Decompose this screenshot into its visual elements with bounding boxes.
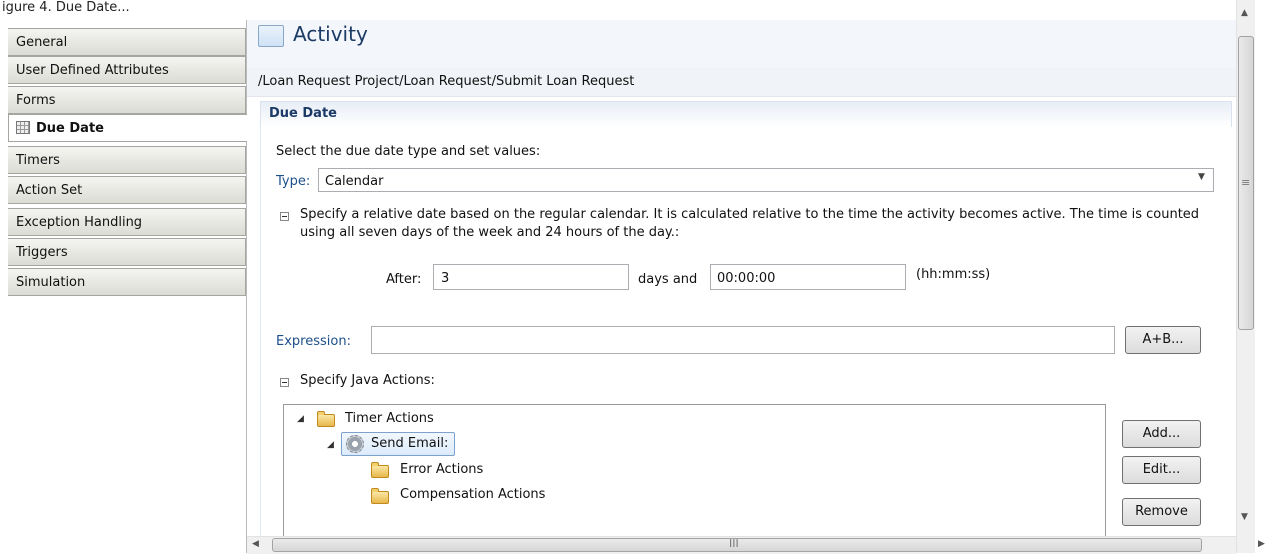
scroll-grip-icon: ≡ [1241,176,1251,189]
expression-builder-button[interactable]: A+B... [1125,326,1201,354]
chevron-down-icon[interactable]: ▼ [1198,172,1205,182]
after-days-input[interactable] [433,264,629,290]
type-selected-value: Calendar [325,174,384,189]
window-title-bar [0,0,1267,20]
form-header [247,20,1236,68]
sidebar-item-exception-handling[interactable]: Exception Handling [8,208,246,236]
days-and-label: days and [638,272,698,287]
breadcrumb: /Loan Request Project/Loan Request/Submi… [258,74,635,89]
folder-icon [317,411,335,427]
sidebar-item-timers[interactable]: Timers [8,146,246,174]
java-actions-label: Specify Java Actions: [300,373,435,388]
collapse-toggle-icon[interactable] [280,378,289,387]
sidebar-item-label: General [16,35,68,50]
sidebar-item-label: Timers [16,153,60,168]
section-title: Due Date [269,106,337,121]
sidebar-item-action-set[interactable]: Action Set [8,176,246,204]
sidebar-item-general[interactable]: General [8,28,246,56]
sidebar-item-label: Simulation [16,275,86,290]
instruction-text: Select the due date type and set values: [276,144,541,159]
sidebar-item-label: User Defined Attributes [16,63,169,78]
after-label: After: [386,272,422,287]
sidebar-item-label: Exception Handling [16,215,143,230]
expression-input[interactable] [371,326,1115,354]
tree-item-send-email[interactable]: Send Email: [371,436,448,451]
edit-button[interactable]: Edit... [1122,456,1201,484]
scroll-down-icon[interactable]: ▼ [1241,512,1248,522]
sidebar-item-triggers[interactable]: Triggers [8,238,246,266]
scroll-left-icon[interactable]: ◀ [252,539,259,549]
section-header [260,101,1232,127]
page-title: Activity [293,22,368,46]
scroll-grip-icon: III [729,537,739,550]
java-actions-tree[interactable] [283,404,1106,553]
sidebar-item-label: Triggers [16,245,68,260]
activity-icon [258,25,284,47]
folder-icon [371,462,389,478]
after-days-value: 3 [441,271,450,286]
gear-icon [346,435,364,453]
expression-label: Expression: [276,334,351,349]
folder-icon [371,488,389,504]
sidebar-item-label: Forms [16,93,56,108]
calendar-icon [16,121,30,134]
add-button[interactable]: Add... [1122,420,1201,448]
time-value: 00:00:00 [717,271,776,286]
time-format-hint: (hh:mm:ss) [916,267,991,282]
tree-item-timer-actions[interactable]: Timer Actions [345,411,434,426]
sidebar-item-label: Action Set [16,183,83,198]
window-title: igure 4. Due Date... [2,0,130,15]
collapse-toggle-icon[interactable] [280,212,289,221]
scroll-right-icon[interactable]: ▶ [1258,539,1265,549]
tree-item-error-actions[interactable]: Error Actions [400,462,483,477]
scroll-up-icon[interactable]: ▲ [1241,8,1248,18]
relative-date-description: Specify a relative date based on the reg… [300,207,1200,240]
sidebar-item-label: Due Date [36,121,104,136]
sidebar: General User Defined Attributes Forms Du… [0,20,247,553]
type-dropdown[interactable] [318,168,1214,192]
tree-item-compensation-actions[interactable]: Compensation Actions [400,487,545,502]
sidebar-item-user-defined-attributes[interactable]: User Defined Attributes [8,56,246,84]
expand-triangle-icon[interactable]: ◢ [297,414,304,424]
sidebar-item-due-date[interactable]: Due Date [8,114,247,142]
type-label: Type: [276,174,311,189]
remove-button[interactable]: Remove [1122,498,1201,526]
expand-triangle-icon[interactable]: ◢ [327,440,334,450]
sidebar-item-simulation[interactable]: Simulation [8,268,246,296]
sidebar-item-forms[interactable]: Forms [8,86,246,114]
